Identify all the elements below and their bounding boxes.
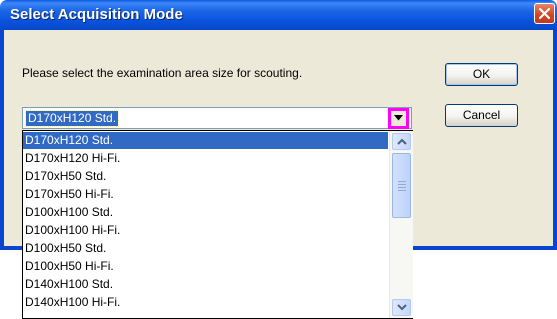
chevron-down-icon bbox=[394, 115, 403, 121]
dialog-title: Select Acquisition Mode bbox=[10, 6, 183, 23]
area-size-combobox[interactable]: D170xH120 Std. bbox=[22, 107, 412, 129]
chevron-down-icon bbox=[397, 304, 407, 311]
cancel-button[interactable]: Cancel bbox=[445, 104, 518, 127]
prompt-text: Please select the examination area size … bbox=[22, 66, 303, 80]
grip-line bbox=[398, 190, 406, 191]
close-button[interactable] bbox=[534, 3, 555, 24]
dropdown-list[interactable]: D170xH120 Std. D170xH120 Hi-Fi. D170xH50… bbox=[22, 130, 413, 319]
list-item[interactable]: D170xH50 Hi-Fi. bbox=[23, 186, 388, 203]
grip-line bbox=[398, 184, 406, 185]
grip-line bbox=[398, 181, 406, 182]
list-item[interactable]: D100xH50 Std. bbox=[23, 240, 388, 257]
chevron-up-icon bbox=[397, 138, 407, 145]
combo-dropdown-button[interactable] bbox=[388, 108, 409, 129]
grip-line bbox=[398, 187, 406, 188]
scroll-thumb[interactable] bbox=[392, 153, 411, 218]
list-item[interactable]: D170xH120 Hi-Fi. bbox=[23, 150, 388, 167]
list-item[interactable]: D100xH100 Std. bbox=[23, 204, 388, 221]
list-item[interactable]: D170xH50 Std. bbox=[23, 168, 388, 185]
list-item[interactable]: D100xH100 Hi-Fi. bbox=[23, 222, 388, 239]
scroll-up-button[interactable] bbox=[392, 133, 411, 150]
combo-selected-value: D170xH120 Std. bbox=[24, 110, 120, 127]
scroll-down-button[interactable] bbox=[392, 299, 411, 316]
list-item[interactable]: D170xH120 Std. bbox=[23, 132, 388, 149]
ok-button[interactable]: OK bbox=[445, 63, 518, 86]
title-bar[interactable]: Select Acquisition Mode bbox=[0, 0, 557, 30]
list-item[interactable]: D140xH100 Std. bbox=[23, 276, 388, 293]
list-item[interactable]: D100xH50 Hi-Fi. bbox=[23, 258, 388, 275]
close-icon bbox=[538, 7, 551, 20]
list-item[interactable]: D140xH100 Hi-Fi. bbox=[23, 294, 388, 311]
vertical-scrollbar[interactable] bbox=[389, 131, 413, 318]
